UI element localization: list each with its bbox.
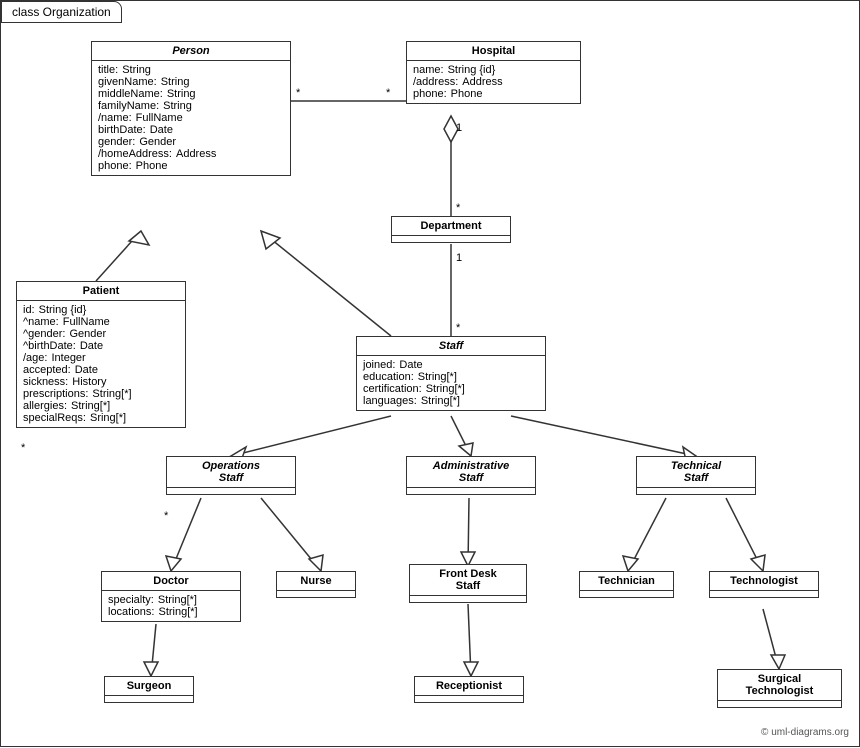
class-surgical-technologist-header: SurgicalTechnologist	[718, 670, 841, 701]
class-technical-staff-header: TechnicalStaff	[637, 457, 755, 488]
class-administrative-staff-body	[407, 488, 535, 494]
class-surgeon: Surgeon	[104, 676, 194, 703]
class-patient-header: Patient	[17, 282, 185, 301]
class-receptionist-body	[415, 696, 523, 702]
class-operations-staff-body	[167, 488, 295, 494]
class-operations-staff-header: OperationsStaff	[167, 457, 295, 488]
class-technical-staff-body	[637, 488, 755, 494]
class-technician-body	[580, 591, 673, 597]
svg-text:*: *	[296, 87, 301, 99]
class-front-desk-staff-body	[410, 596, 526, 602]
class-receptionist-header: Receptionist	[415, 677, 523, 696]
class-hospital-header: Hospital	[407, 42, 580, 61]
class-administrative-staff-header: AdministrativeStaff	[407, 457, 535, 488]
class-doctor-body: specialty:String[*] locations:String[*]	[102, 591, 240, 621]
class-surgical-technologist: SurgicalTechnologist	[717, 669, 842, 708]
class-technician-header: Technician	[580, 572, 673, 591]
class-administrative-staff: AdministrativeStaff	[406, 456, 536, 495]
svg-text:*: *	[456, 202, 461, 214]
class-technologist-body	[710, 591, 818, 597]
class-patient: Patient id:String {id} ^name:FullName ^g…	[16, 281, 186, 428]
diagram-title: class Organization	[1, 1, 122, 23]
class-person-header: Person	[92, 42, 290, 61]
svg-text:1: 1	[456, 252, 462, 264]
svg-text:*: *	[456, 322, 461, 334]
class-technologist-header: Technologist	[710, 572, 818, 591]
class-staff: Staff joined:Date education:String[*] ce…	[356, 336, 546, 411]
class-front-desk-staff-header: Front DeskStaff	[410, 565, 526, 596]
class-nurse: Nurse	[276, 571, 356, 598]
class-hospital: Hospital name:String {id} /address:Addre…	[406, 41, 581, 104]
class-person-body: title:String givenName:String middleName…	[92, 61, 290, 175]
svg-text:1: 1	[456, 122, 462, 134]
class-hospital-body: name:String {id} /address:Address phone:…	[407, 61, 580, 103]
class-technician: Technician	[579, 571, 674, 598]
class-front-desk-staff: Front DeskStaff	[409, 564, 527, 603]
copyright: © uml-diagrams.org	[761, 727, 849, 738]
class-department-header: Department	[392, 217, 510, 236]
class-department-body	[392, 236, 510, 242]
class-doctor-header: Doctor	[102, 572, 240, 591]
class-nurse-header: Nurse	[277, 572, 355, 591]
svg-text:*: *	[21, 442, 26, 454]
class-staff-header: Staff	[357, 337, 545, 356]
diagram-container: class Organization * * 1 * 1 *	[0, 0, 860, 747]
class-nurse-body	[277, 591, 355, 597]
class-doctor: Doctor specialty:String[*] locations:Str…	[101, 571, 241, 622]
class-patient-body: id:String {id} ^name:FullName ^gender:Ge…	[17, 301, 185, 427]
class-department: Department	[391, 216, 511, 243]
svg-text:*: *	[164, 510, 169, 522]
svg-text:*: *	[386, 87, 391, 99]
class-receptionist: Receptionist	[414, 676, 524, 703]
class-surgeon-body	[105, 696, 193, 702]
class-technologist: Technologist	[709, 571, 819, 598]
class-person: Person title:String givenName:String mid…	[91, 41, 291, 176]
class-operations-staff: OperationsStaff	[166, 456, 296, 495]
class-surgeon-header: Surgeon	[105, 677, 193, 696]
class-surgical-technologist-body	[718, 701, 841, 707]
class-staff-body: joined:Date education:String[*] certific…	[357, 356, 545, 410]
class-technical-staff: TechnicalStaff	[636, 456, 756, 495]
